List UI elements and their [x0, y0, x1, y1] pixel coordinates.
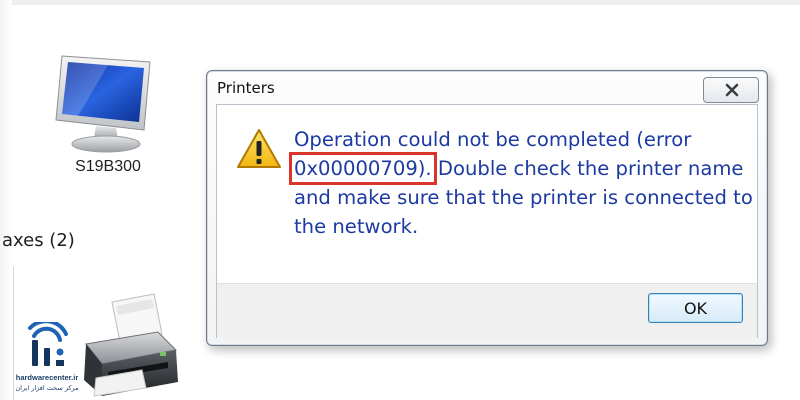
printers-error-dialog: Printers Operation could not be complete…	[206, 70, 768, 346]
dialog-content: Operation could not be completed (error …	[217, 105, 757, 283]
logo-site-name: hardwarecenter.ir	[15, 373, 79, 382]
warning-icon	[237, 129, 281, 168]
site-logo: hardwarecenter.ir مرکز سخت افزار ایران	[6, 322, 88, 396]
device-monitor[interactable]: S19B300	[48, 50, 168, 180]
explorer-top-edge	[0, 0, 800, 5]
device-name-label: S19B300	[75, 158, 141, 175]
hardwarecenter-logo-mark	[28, 322, 68, 366]
close-button[interactable]	[703, 77, 759, 103]
ok-button[interactable]: OK	[648, 293, 743, 323]
dialog-title: Printers	[217, 79, 275, 97]
error-code-highlight: 0x00000709).	[289, 152, 437, 185]
monitor-icon	[55, 55, 151, 153]
dialog-client-area: Operation could not be completed (error …	[216, 104, 758, 338]
logo-subtitle: مرکز سخت افزار ایران	[15, 384, 79, 392]
error-message-text: Operation could not be completed (error	[294, 128, 692, 151]
printer-icon	[84, 293, 178, 397]
device-printer[interactable]	[72, 292, 184, 400]
dialog-titlebar[interactable]: Printers	[207, 71, 767, 103]
error-message: Operation could not be completed (error …	[289, 125, 754, 241]
close-icon	[725, 83, 739, 97]
faxes-group-header[interactable]: axes (2)	[2, 230, 75, 251]
